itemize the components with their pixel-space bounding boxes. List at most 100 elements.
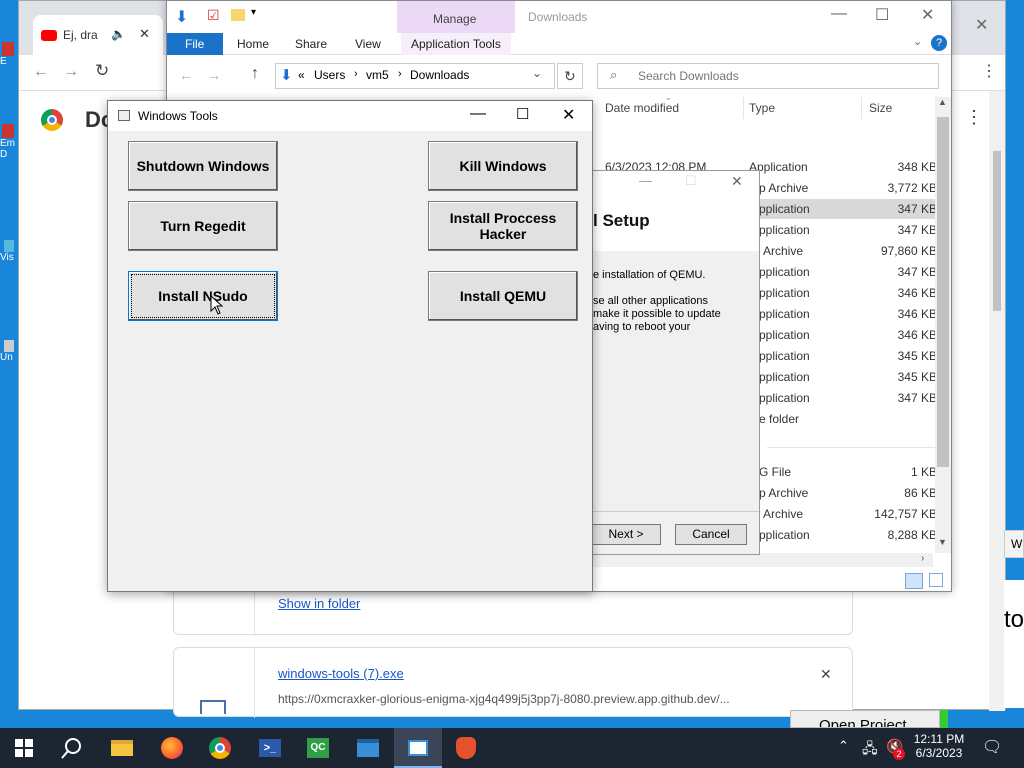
desktop-icon-1[interactable]: E bbox=[0, 38, 18, 78]
close-icon[interactable]: ✕ bbox=[921, 5, 934, 25]
clock[interactable]: 12:11 PM 6/3/2023 bbox=[904, 732, 974, 760]
file-type: pplication bbox=[759, 349, 810, 363]
download-filename-link[interactable]: windows-tools (7).exe bbox=[278, 666, 404, 681]
page-menu-icon[interactable]: ⋮ bbox=[965, 107, 983, 128]
taskbar-firefox[interactable] bbox=[156, 732, 188, 764]
remove-download-icon[interactable]: ✕ bbox=[820, 666, 832, 683]
tab-application-tools[interactable]: Application Tools bbox=[401, 33, 511, 55]
install-process-hacker-button[interactable]: Install Proccess Hacker bbox=[428, 201, 578, 251]
file-size: 345 KB bbox=[897, 370, 937, 384]
column-date-modified[interactable]: Date modified bbox=[605, 101, 679, 115]
maximize-icon[interactable]: ☐ bbox=[516, 105, 529, 123]
minimize-icon[interactable]: — bbox=[639, 173, 652, 188]
file-type: pplication bbox=[759, 307, 810, 321]
breadcrumb-users[interactable]: Users bbox=[314, 68, 345, 82]
maximize-icon[interactable]: ☐ bbox=[875, 5, 889, 25]
chrome-close-icon[interactable]: ✕ bbox=[975, 15, 988, 35]
menu-icon[interactable]: ⋮ bbox=[981, 61, 997, 81]
details-view-icon[interactable] bbox=[905, 573, 923, 589]
cancel-button[interactable]: Cancel bbox=[675, 524, 747, 545]
shutdown-windows-button[interactable]: Shutdown Windows bbox=[128, 141, 278, 191]
turn-regedit-button[interactable]: Turn Regedit bbox=[128, 201, 278, 251]
side-window: W bbox=[1004, 530, 1024, 558]
show-in-folder-link[interactable]: Show in folder bbox=[278, 596, 360, 611]
refresh-button[interactable]: ↻ bbox=[557, 63, 583, 89]
search-placeholder: Search Downloads bbox=[638, 69, 739, 83]
column-size[interactable]: Size bbox=[869, 101, 892, 115]
large-icons-view-icon[interactable] bbox=[929, 573, 943, 587]
start-button[interactable] bbox=[8, 732, 40, 764]
search-button[interactable] bbox=[56, 732, 88, 764]
file-type: Archive bbox=[763, 244, 804, 258]
forward-icon[interactable]: → bbox=[63, 63, 79, 81]
notifications-icon[interactable]: 🗨 bbox=[982, 737, 1002, 757]
kill-windows-button[interactable]: Kill Windows bbox=[428, 141, 578, 191]
show-hidden-icons-icon[interactable]: ⌃ bbox=[838, 738, 849, 754]
setup-text-line: make it possible to update bbox=[593, 308, 721, 320]
desktop-icon-label: Un bbox=[0, 352, 13, 363]
breadcrumb-overflow[interactable]: « bbox=[298, 68, 305, 82]
tab-home[interactable]: Home bbox=[227, 33, 279, 55]
youtube-icon bbox=[41, 30, 57, 41]
desktop-icon-2[interactable]: Em D bbox=[0, 120, 18, 190]
tab-view[interactable]: View bbox=[345, 33, 391, 55]
desktop-icon-3[interactable]: Vis bbox=[0, 238, 18, 278]
file-size: 345 KB bbox=[897, 349, 937, 363]
minimize-icon[interactable]: — bbox=[470, 105, 486, 123]
next-button[interactable]: Next > bbox=[591, 524, 661, 545]
windows-tools-titlebar: Windows Tools — ☐ ✕ bbox=[108, 101, 592, 131]
scrollbar[interactable] bbox=[989, 91, 1005, 711]
address-dropdown-icon[interactable]: ⌄ bbox=[532, 66, 542, 80]
desktop-icon-4[interactable]: Un bbox=[0, 338, 18, 378]
taskbar-qc[interactable]: QC bbox=[302, 732, 334, 764]
close-tab-icon[interactable]: ✕ bbox=[139, 26, 150, 42]
window-title: Windows Tools bbox=[138, 109, 218, 123]
open-project-button[interactable]: Open Project bbox=[790, 710, 940, 728]
scroll-right-icon[interactable]: › bbox=[921, 553, 924, 564]
close-icon[interactable]: ✕ bbox=[562, 105, 575, 125]
back-icon[interactable]: ← bbox=[33, 63, 49, 81]
taskbar-brave[interactable] bbox=[450, 732, 482, 764]
taskbar-powershell[interactable]: >_ bbox=[254, 732, 286, 764]
nav-up-icon[interactable]: ↑ bbox=[251, 65, 259, 83]
taskbar-chrome[interactable] bbox=[204, 732, 236, 764]
expand-ribbon-icon[interactable]: ⌄ bbox=[913, 35, 922, 48]
dropdown-icon[interactable]: ▾ bbox=[251, 7, 256, 18]
folder-icon[interactable] bbox=[231, 9, 245, 21]
minimize-icon[interactable]: — bbox=[831, 5, 847, 23]
nav-forward-icon[interactable]: → bbox=[207, 67, 221, 83]
taskbar-window-app[interactable] bbox=[352, 732, 384, 764]
reload-icon[interactable]: ↻ bbox=[95, 61, 109, 81]
address-bar[interactable]: ⬇ « Users › vm5 › Downloads ⌄ bbox=[275, 63, 555, 89]
scroll-down-icon[interactable]: ▼ bbox=[938, 537, 947, 547]
scroll-up-icon[interactable]: ▲ bbox=[938, 97, 947, 107]
vertical-scrollbar[interactable]: ▲ ▼ bbox=[935, 97, 951, 553]
close-icon[interactable]: ✕ bbox=[731, 173, 743, 190]
nav-back-icon[interactable]: ← bbox=[179, 67, 193, 83]
breadcrumb-downloads[interactable]: Downloads bbox=[410, 68, 469, 82]
file-size: 347 KB bbox=[897, 265, 937, 279]
clock-time: 12:11 PM bbox=[913, 732, 965, 746]
maximize-icon[interactable]: ☐ bbox=[685, 173, 697, 189]
scroll-thumb[interactable] bbox=[937, 117, 949, 467]
breadcrumb-vm5[interactable]: vm5 bbox=[366, 68, 389, 82]
taskbar-file-explorer[interactable] bbox=[106, 732, 138, 764]
download-icon[interactable]: ⬇ bbox=[175, 7, 188, 27]
help-icon[interactable]: ? bbox=[931, 35, 947, 51]
horizontal-scrollbar[interactable]: › bbox=[587, 553, 933, 567]
network-icon[interactable]: 🖧 bbox=[862, 738, 878, 762]
install-nsudo-button[interactable]: Install NSudo bbox=[128, 271, 278, 321]
properties-icon[interactable]: ☑ bbox=[207, 7, 220, 24]
tab-share[interactable]: Share bbox=[285, 33, 337, 55]
mouse-cursor-icon bbox=[210, 295, 224, 315]
brave-icon bbox=[456, 737, 476, 759]
chrome-tab[interactable]: Ej, dra 🔈 ✕ bbox=[33, 15, 163, 55]
setup-text-line: se all other applications bbox=[593, 295, 708, 307]
column-type[interactable]: Type bbox=[749, 101, 775, 115]
tab-file[interactable]: File bbox=[167, 33, 223, 55]
file-type: pplication bbox=[759, 202, 810, 216]
install-qemu-button[interactable]: Install QEMU bbox=[428, 271, 578, 321]
file-type: pplication bbox=[759, 391, 810, 405]
search-input[interactable]: ⌕ Search Downloads bbox=[597, 63, 939, 89]
taskbar-windows-tools[interactable] bbox=[394, 728, 442, 768]
